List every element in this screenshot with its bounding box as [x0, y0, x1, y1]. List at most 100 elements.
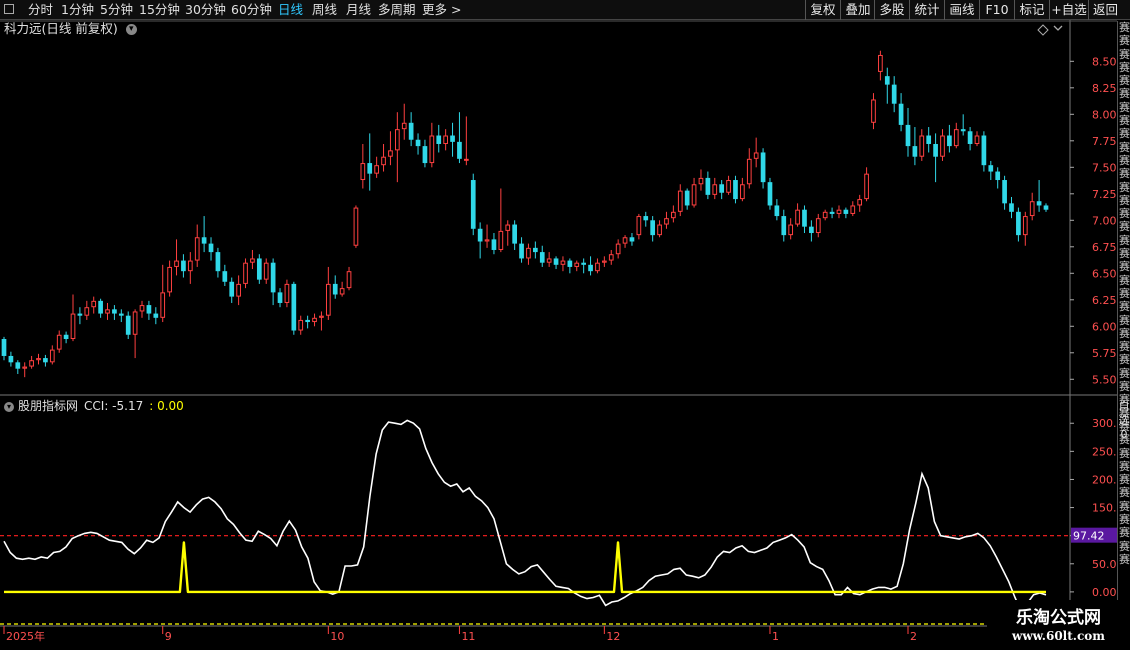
candle-body-down — [77, 313, 83, 316]
toolbar-button-6[interactable]: 标记 — [1014, 0, 1049, 20]
time-tick-label: 1 — [772, 630, 779, 643]
side-char: 赛 — [1119, 499, 1130, 513]
candle-body-down — [947, 135, 952, 147]
candle-body-up — [187, 260, 193, 272]
toolbar-button-7[interactable]: +自选 — [1049, 0, 1088, 20]
price-tick-label: 8.50 — [1092, 55, 1117, 68]
candle-body-up — [1022, 216, 1028, 236]
chart-canvas: 8.50 8.25 8.00 7.75 7.50 7.25 7.00 6.75 6.50 6.25… — [0, 20, 1117, 649]
candle-body-up — [560, 260, 566, 265]
toolbar-button-5[interactable]: F10 — [979, 0, 1014, 20]
period-tab-7[interactable]: 周线 — [312, 1, 337, 19]
side-char: 赛 — [1119, 233, 1130, 247]
window-icon[interactable] — [4, 4, 14, 14]
period-tab-3[interactable]: 15分钟 — [139, 1, 180, 19]
price-tick-label: 8.00 — [1092, 108, 1117, 121]
indicator-name: 股朋指标网 — [18, 399, 79, 413]
time-tick-label: 2 — [910, 630, 917, 643]
candle-body-up — [250, 258, 255, 263]
side-char: 赛 — [1119, 220, 1130, 234]
candle-body-down — [201, 237, 207, 244]
side-char: 赛 — [1119, 47, 1130, 61]
candle-body-down — [781, 216, 787, 236]
price-tick-label: 7.25 — [1092, 188, 1117, 201]
period-tab-4[interactable]: 30分钟 — [185, 1, 226, 19]
cci-value: CCI: -5.17 — [84, 399, 144, 413]
candle-body-down — [995, 171, 1001, 181]
candle-body-down — [684, 190, 690, 206]
toolbar-button-0[interactable]: 复权 — [805, 0, 840, 20]
candle-body-down — [581, 262, 587, 265]
candle-body-down — [15, 362, 21, 369]
price-tick-label: 6.75 — [1092, 241, 1117, 254]
candle-body-down — [422, 146, 428, 164]
candle-body-down — [884, 76, 890, 85]
period-tab-8[interactable]: 月线 — [346, 1, 371, 19]
candle-body-down — [519, 243, 524, 259]
period-tab-6[interactable]: 日线 — [278, 1, 303, 19]
candle-body-up — [857, 199, 863, 206]
side-indicator-char: 选 — [1118, 414, 1130, 427]
indicator-tick-label: 150.0 — [1092, 502, 1117, 515]
side-char: 赛 — [1119, 473, 1130, 487]
candle-body-down — [408, 122, 414, 140]
period-toolbar: 分时 1分钟 5分钟 15分钟 30分钟 60分钟 日线 周线 月线 多周期 更多 > 复权 叠加 多股… — [0, 0, 1130, 20]
candle-body-down — [215, 252, 221, 272]
candle-body-up — [726, 180, 731, 193]
candle-body-up — [319, 315, 324, 318]
side-char: 赛 — [1119, 313, 1130, 327]
toolbar-button-8[interactable]: 返回 — [1088, 0, 1122, 20]
candle-body-down — [705, 177, 711, 195]
watermark-url: www.60lt.com — [1012, 629, 1105, 643]
candle-body-up — [263, 262, 269, 280]
candle-body-up — [236, 283, 241, 297]
side-char: 赛 — [1119, 193, 1130, 207]
side-char: 赛 — [1119, 273, 1130, 287]
period-tab-9[interactable]: 多周期 — [378, 1, 416, 19]
candle-body-up — [636, 216, 642, 236]
candle-body-down — [291, 283, 297, 331]
candle-body-up — [353, 207, 359, 246]
candle-body-down — [222, 271, 228, 282]
indicator-tick-label: 200.0 — [1092, 473, 1117, 486]
candle-body-up — [615, 243, 621, 255]
period-tab-5[interactable]: 60分钟 — [231, 1, 272, 19]
side-char: 赛 — [1119, 140, 1130, 154]
candle-body-up — [657, 224, 662, 236]
candle-body-down — [229, 281, 235, 297]
candle-body-up — [346, 271, 352, 289]
candle-body-down — [477, 228, 483, 242]
candle-body-down — [912, 146, 918, 157]
candle-body-up — [526, 247, 531, 259]
candle-body-up — [463, 158, 469, 161]
candle-body-up — [167, 266, 172, 293]
period-tab-1[interactable]: 1分钟 — [61, 1, 94, 19]
candle-body-up — [484, 239, 490, 242]
candle-body-up — [70, 313, 76, 340]
chevron-down-circle-icon[interactable]: ▾ — [4, 401, 14, 412]
candle-body-down — [118, 313, 124, 316]
period-tab-2[interactable]: 5分钟 — [100, 1, 133, 19]
side-indicator-char: 0 — [1120, 428, 1128, 441]
side-char: 赛 — [1119, 180, 1130, 194]
toolbar-button-4[interactable]: 画线 — [944, 0, 979, 20]
candle-body-up — [22, 366, 28, 369]
candle-body-down — [43, 358, 48, 363]
candle-body-down — [1016, 211, 1021, 236]
period-tab-10[interactable]: 更多 > — [422, 1, 461, 19]
candle-body-down — [767, 182, 773, 206]
time-tick-label: 10 — [330, 630, 344, 643]
side-char: 赛 — [1119, 353, 1130, 367]
period-tab-0[interactable]: 分时 — [28, 1, 53, 19]
toolbar-button-1[interactable]: 叠加 — [840, 0, 875, 20]
candle-body-up — [671, 211, 676, 219]
candle-body-up — [401, 122, 407, 130]
candle-body-down — [809, 226, 814, 234]
candle-body-down — [960, 129, 966, 132]
side-char: 赛 — [1119, 526, 1130, 540]
side-char: 赛 — [1119, 74, 1130, 88]
indicator-tick-label: 0.00 — [1092, 586, 1117, 599]
toolbar-button-3[interactable]: 统计 — [909, 0, 944, 20]
candle-body-up — [822, 211, 828, 219]
toolbar-button-2[interactable]: 多股 — [874, 0, 909, 20]
